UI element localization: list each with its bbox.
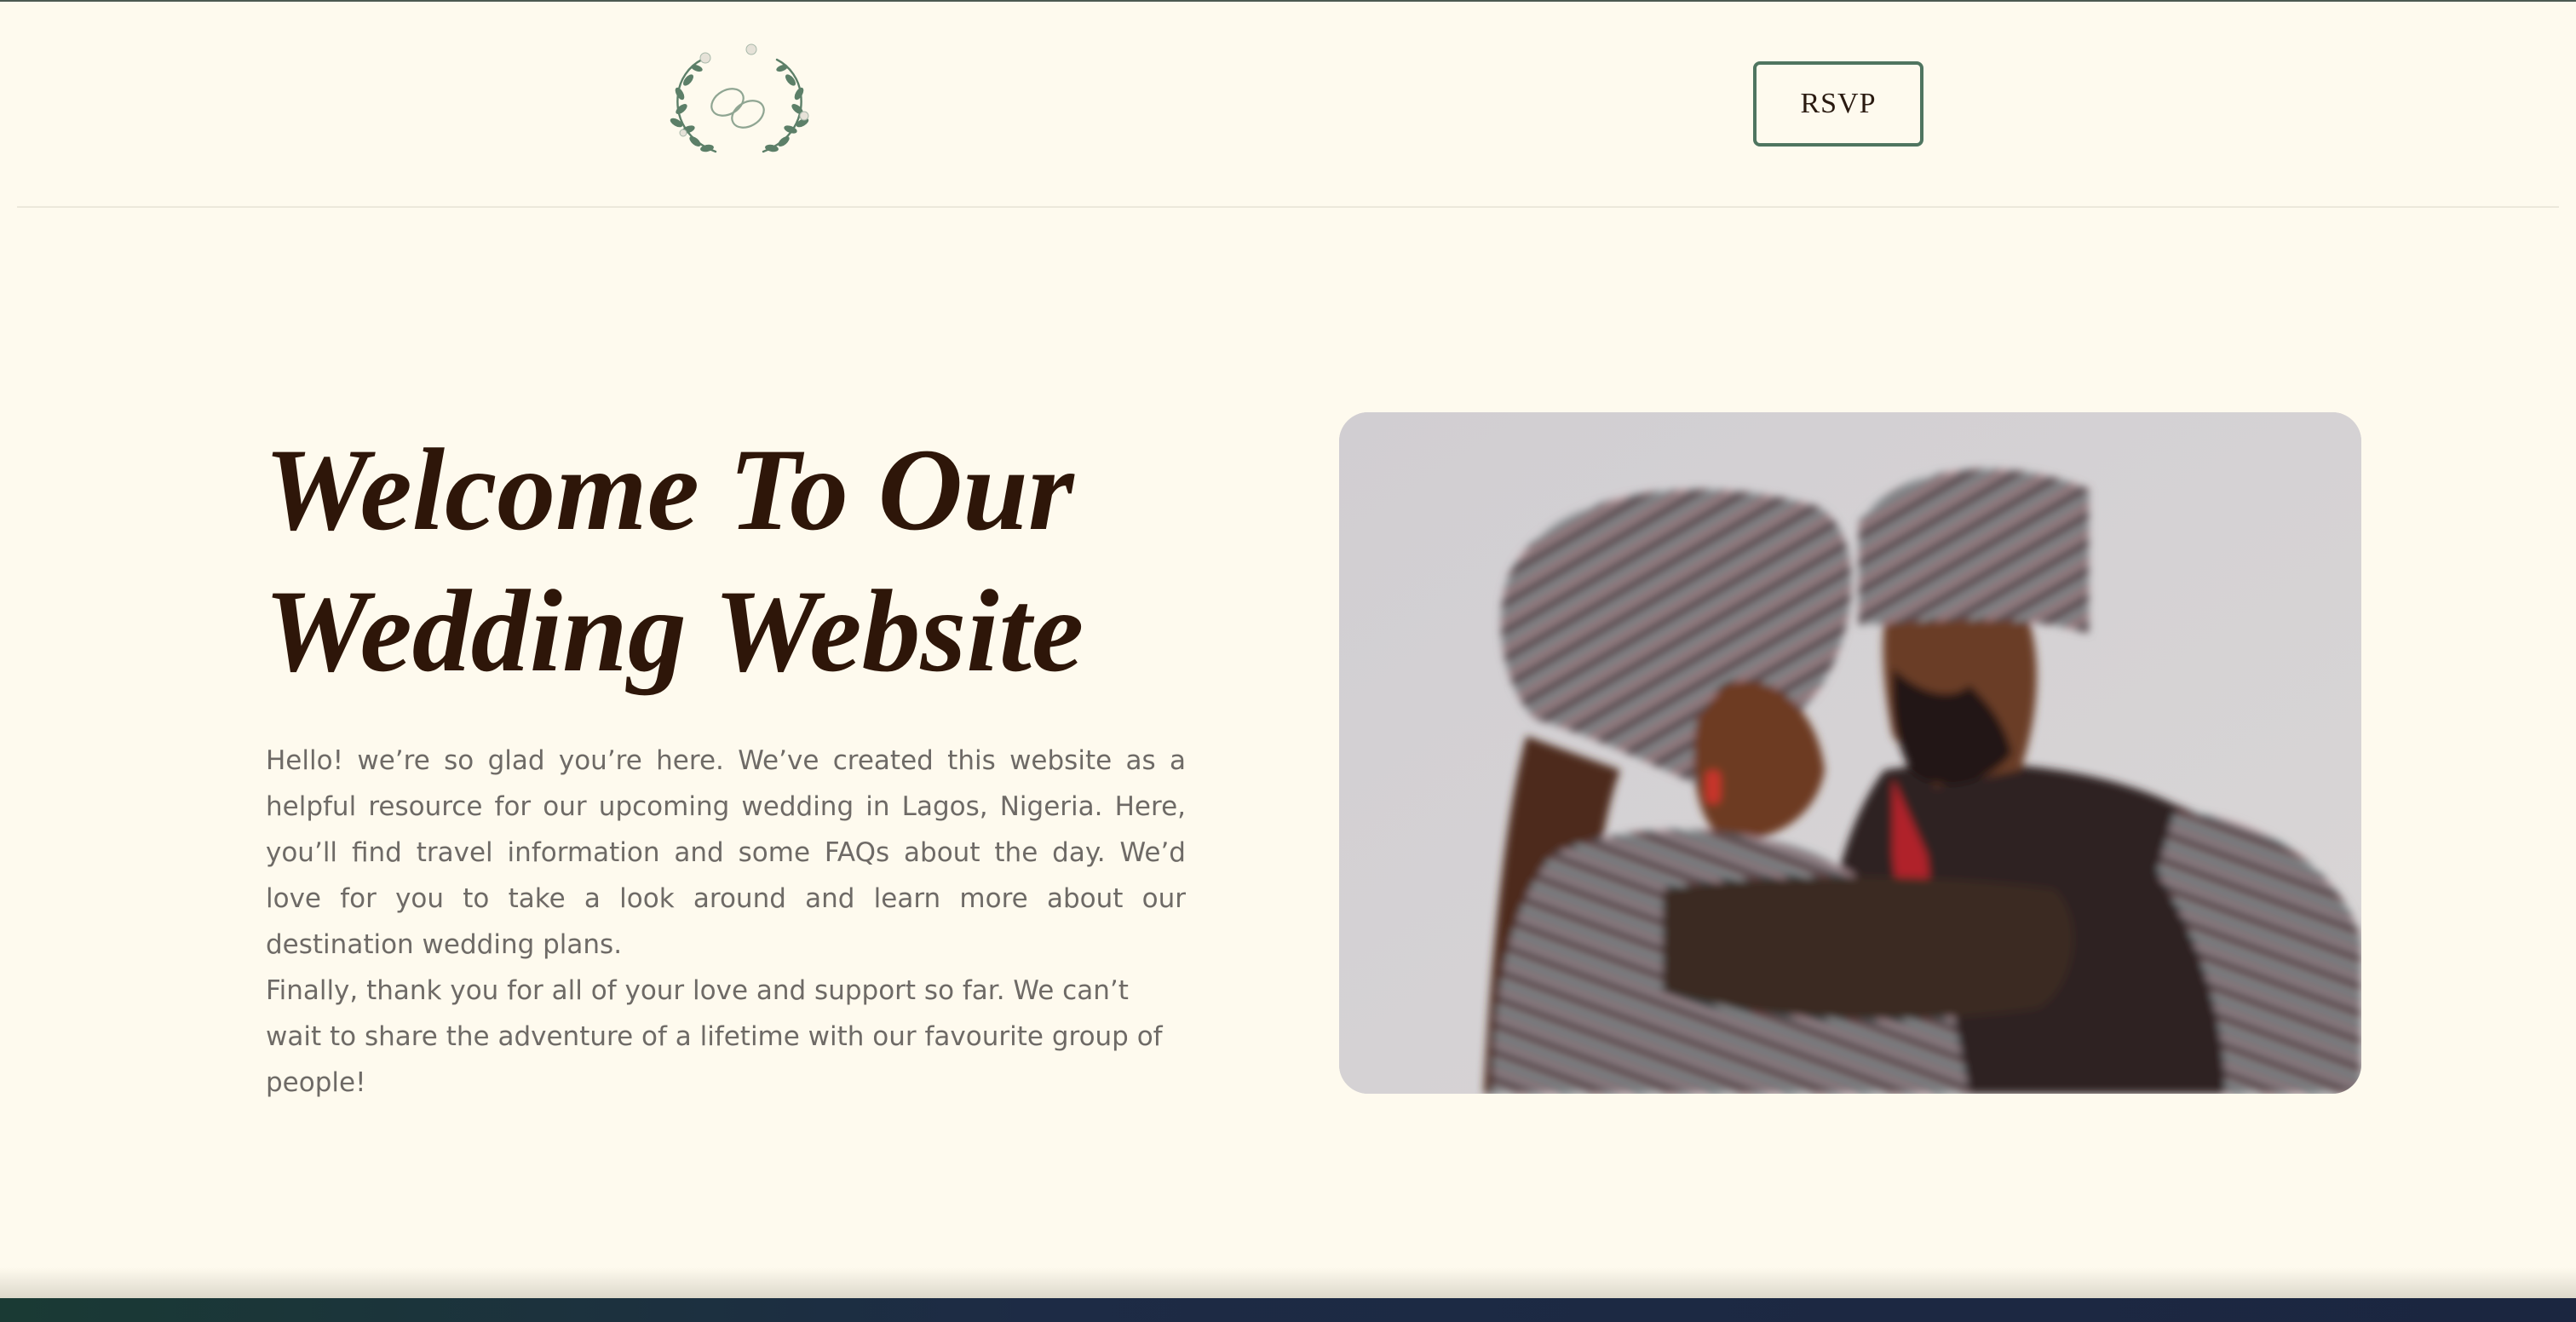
page: RSVP Welcome To Our Wedding Website Hell…	[0, 0, 2576, 1298]
page-title: Welcome To Our Wedding Website	[264, 419, 1286, 702]
intro-paragraph-2: Finally, thank you for all of your love …	[266, 975, 1163, 1098]
rsvp-button[interactable]: RSVP	[1753, 61, 1923, 147]
page-title-line-2: Wedding Website	[264, 566, 1084, 696]
intro-text: Hello! we’re so glad you’re here. We’ve …	[266, 738, 1186, 1106]
site-header: RSVP	[0, 2, 2576, 208]
page-title-line-1: Welcome To Our	[264, 424, 1074, 555]
couple-photo	[1339, 412, 2361, 1094]
page-bottom-shadow	[0, 1267, 2576, 1298]
window-bottom-edge	[0, 1298, 2576, 1322]
header-divider	[17, 206, 2559, 208]
intro-paragraph-1: Hello! we’re so glad you’re here. We’ve …	[266, 745, 1186, 960]
wedding-monogram-wreath-icon[interactable]	[663, 41, 816, 170]
